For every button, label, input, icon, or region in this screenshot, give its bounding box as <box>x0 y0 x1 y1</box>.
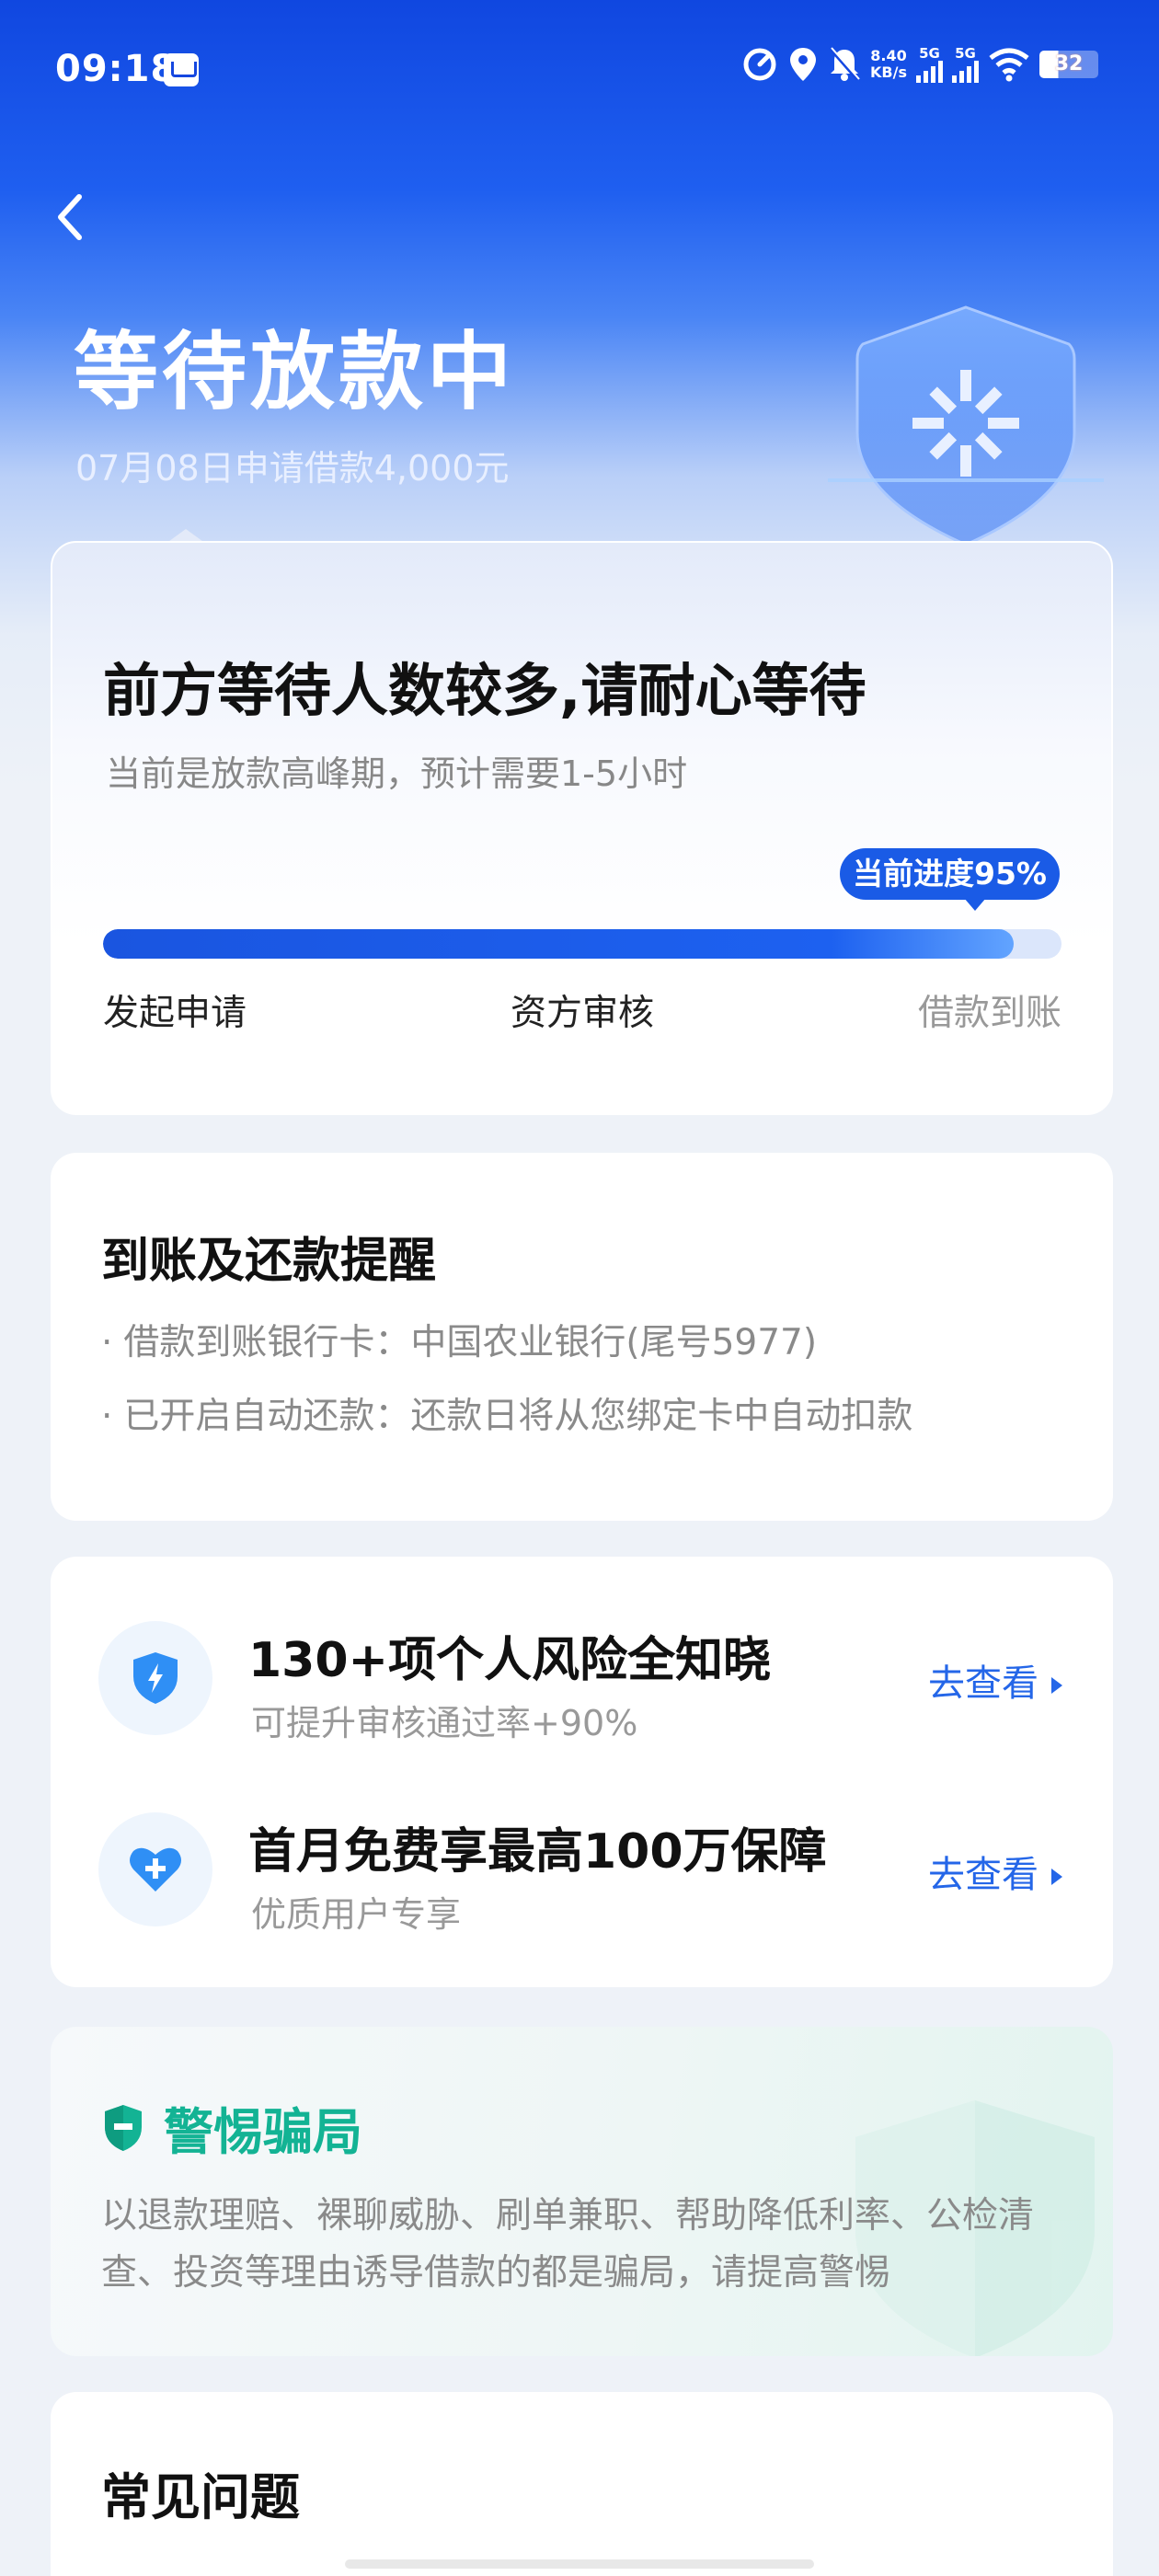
step-apply: 发起申请 <box>103 993 247 1034</box>
faq-title: 常见问题 <box>101 2468 300 2526</box>
reminder-title: 到账及还款提醒 <box>101 1234 437 1289</box>
progress-bar-fill <box>103 929 1014 959</box>
progress-badge: 当前进度95% <box>840 848 1060 911</box>
warning-header: 警惕骗局 <box>101 2091 362 2164</box>
progress-title: 前方等待人数较多,请耐心等待 <box>103 657 866 724</box>
sim1-signal: 5G <box>916 46 943 83</box>
reminder-card: 到账及还款提醒 借款到账银行卡：中国农业银行(尾号5977) 已开启自动还款：还… <box>51 1153 1113 1521</box>
warning-text: 以退款理赔、裸聊威胁、刷单兼职、帮助降低利率、公检清查、投资等理由诱导借款的都是… <box>101 2195 1035 2294</box>
step-funded: 借款到账 <box>917 993 1061 1034</box>
network-speed-value: 8.40 <box>870 47 907 64</box>
chevron-left-icon <box>58 194 82 240</box>
network-speed-unit: KB/s <box>870 63 907 81</box>
sim2-label: 5G <box>955 45 976 62</box>
promo-row-risk[interactable]: 130+项个人风险全知晓 可提升审核通过率+90% 去查看 <box>51 1621 1113 1787</box>
signal-bars-icon <box>952 61 979 83</box>
status-icons: 8.40 KB/s 5G 5G 32 <box>741 46 1098 83</box>
home-indicator[interactable] <box>345 2559 814 2569</box>
shield-check-icon <box>105 2104 142 2151</box>
faq-card: 常见问题 <box>51 2392 1113 2576</box>
promo-card: 130+项个人风险全知晓 可提升审核通过率+90% 去查看 首月免费享最高100… <box>51 1557 1113 1987</box>
location-icon <box>790 48 817 81</box>
shield-logo-icon <box>828 305 1104 546</box>
sim1-label: 5G <box>919 45 940 62</box>
network-speed: 8.40 KB/s <box>870 48 907 81</box>
warning-title: 警惕骗局 <box>164 2103 362 2161</box>
view-link[interactable]: 去查看 <box>928 1845 1062 1898</box>
promo-title: 首月免费享最高100万保障 <box>248 1824 827 1880</box>
page-subtitle: 07月08日申请借款4,000元 <box>75 448 510 489</box>
mute-bell-icon <box>830 47 860 81</box>
speedometer-icon <box>743 48 776 81</box>
promo-subtitle: 优质用户专享 <box>251 1894 462 1935</box>
battery-icon: 32 <box>1039 51 1098 78</box>
signal-bars-icon <box>916 61 943 83</box>
promo-title: 130+项个人风险全知晓 <box>248 1633 772 1688</box>
promo-row-insurance[interactable]: 首月免费享最高100万保障 优质用户专享 去查看 <box>51 1812 1113 1978</box>
status-time: 09:18 <box>55 48 178 90</box>
sim2-signal: 5G <box>952 46 979 83</box>
heart-plus-icon <box>98 1812 212 1926</box>
back-button[interactable] <box>46 184 101 248</box>
reminder-auto-repay: 已开启自动还款：还款日将从您绑定卡中自动扣款 <box>101 1387 912 1439</box>
step-review: 资方审核 <box>510 993 654 1034</box>
view-link[interactable]: 去查看 <box>928 1653 1062 1707</box>
battery-level: 32 <box>1054 52 1084 75</box>
page-title: 等待放款中 <box>74 323 516 421</box>
progress-subtitle: 当前是放款高峰期，预计需要1-5小时 <box>106 753 688 794</box>
progress-steps: 发起申请 资方审核 借款到账 <box>103 984 1061 1036</box>
wifi-icon <box>989 48 1029 82</box>
fraud-warning-card: 警惕骗局 以退款理赔、裸聊威胁、刷单兼职、帮助降低利率、公检清查、投资等理由诱导… <box>51 2027 1113 2356</box>
progress-bar <box>103 929 1061 959</box>
reminder-bank-card: 借款到账银行卡：中国农业银行(尾号5977) <box>101 1314 817 1365</box>
promo-subtitle: 可提升审核通过率+90% <box>251 1703 638 1743</box>
shield-lightning-icon <box>98 1621 212 1735</box>
status-bar: 09:18 8.40 KB/s 5G 5G 32 <box>0 0 1159 138</box>
progress-card: 前方等待人数较多,请耐心等待 当前是放款高峰期，预计需要1-5小时 当前进度95… <box>51 541 1113 1115</box>
message-notification-icon <box>164 53 199 86</box>
